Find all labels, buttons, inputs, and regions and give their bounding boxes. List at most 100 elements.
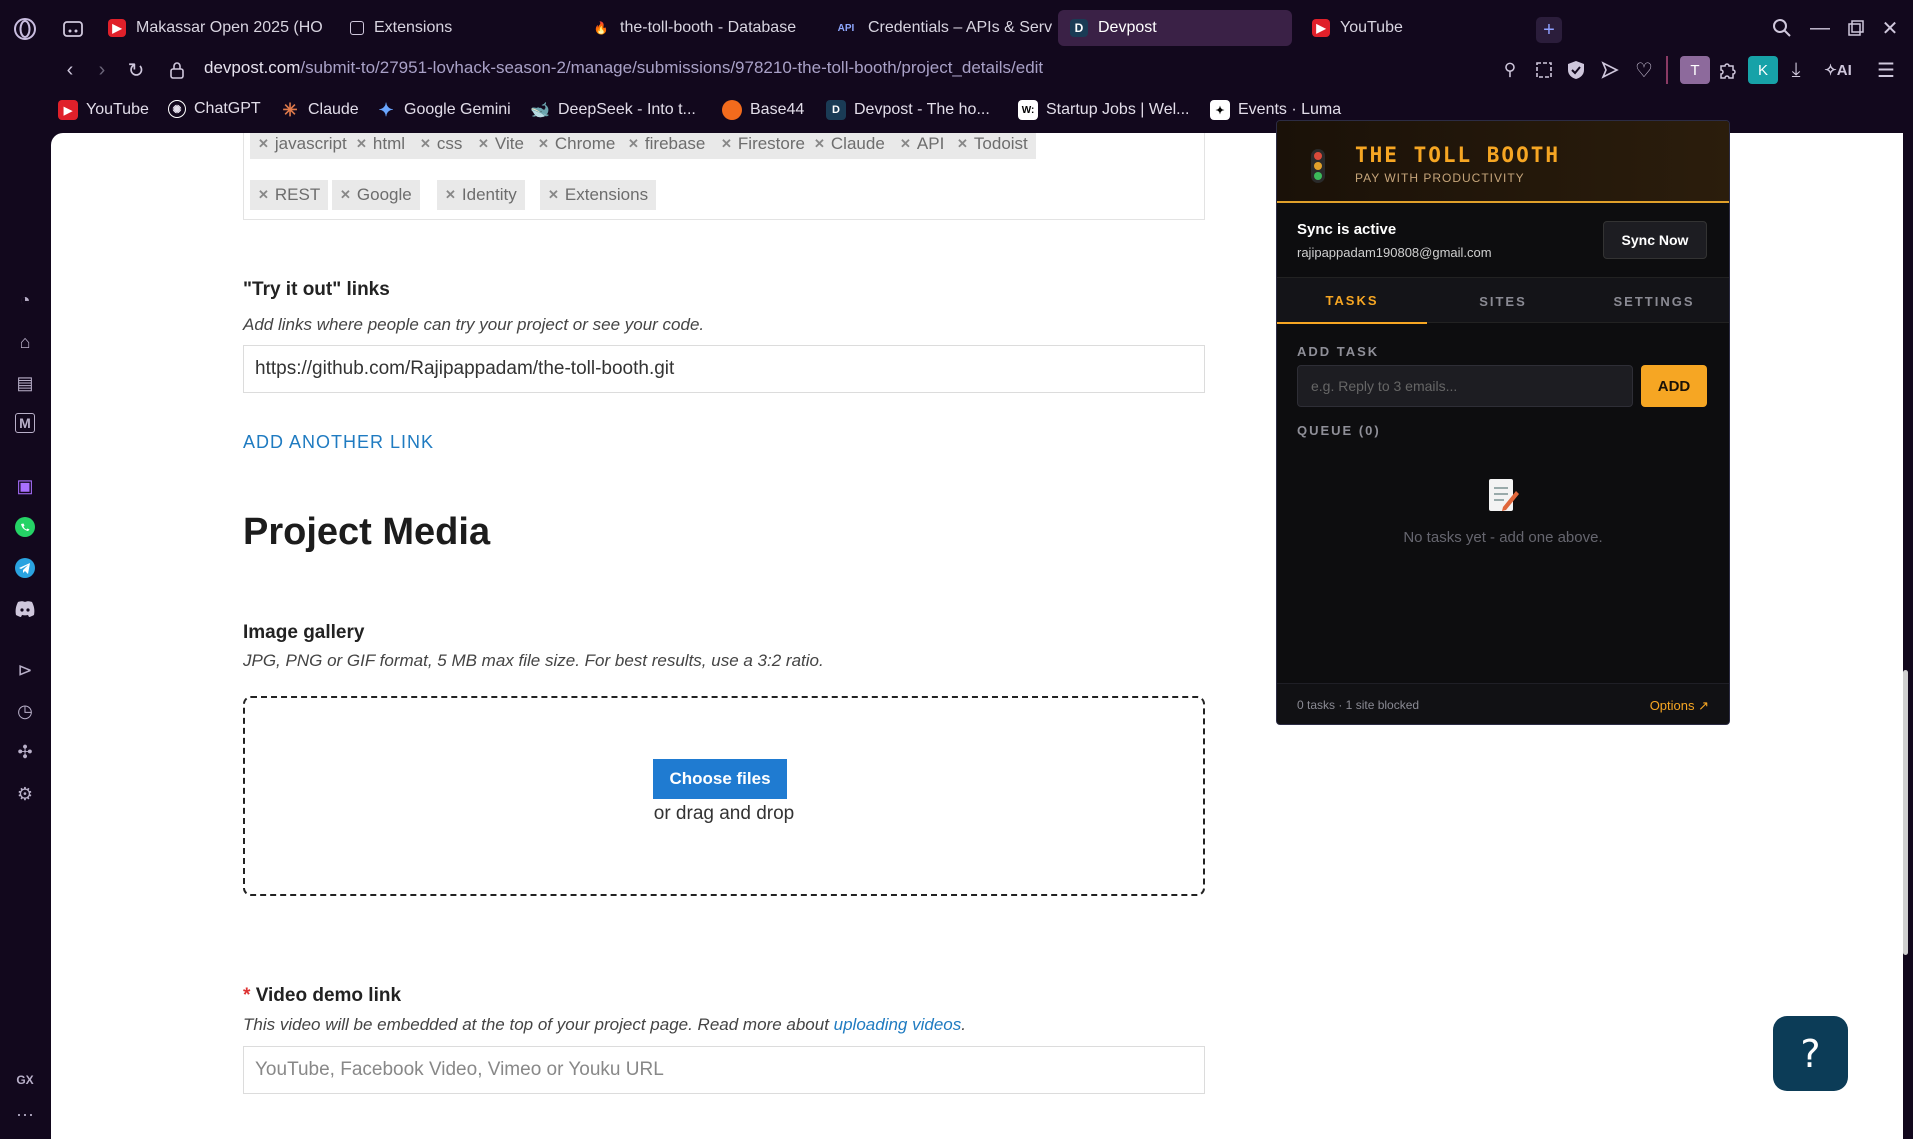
tag-chip[interactable]: ✕ html bbox=[348, 133, 414, 159]
bookmark-gemini[interactable]: ✦ Google Gemini bbox=[376, 100, 510, 120]
remove-tag-icon[interactable]: ✕ bbox=[340, 187, 351, 203]
ai-button[interactable]: ✧ AI bbox=[1818, 58, 1858, 82]
search-tabs-icon[interactable] bbox=[1770, 16, 1794, 40]
tag-chip[interactable]: ✕ REST bbox=[250, 180, 329, 210]
tab-credentials[interactable]: API Credentials – APIs & Servic bbox=[822, 10, 1052, 46]
sidebar-more-icon[interactable]: ··· bbox=[13, 1102, 37, 1126]
bookmark-luma[interactable]: ✦ Events · Luma bbox=[1210, 100, 1341, 120]
opera-logo-icon[interactable] bbox=[12, 16, 38, 42]
remove-tag-icon[interactable]: ✕ bbox=[258, 187, 269, 203]
bookmark-devpost[interactable]: D Devpost - The ho... bbox=[826, 100, 990, 120]
remove-tag-icon[interactable]: ✕ bbox=[548, 187, 559, 203]
tag-chip[interactable]: ✕ Firestore bbox=[713, 133, 813, 159]
remove-tag-icon[interactable]: ✕ bbox=[814, 136, 825, 152]
tab-devpost[interactable]: D Devpost bbox=[1058, 10, 1292, 46]
toll-booth-extension-button[interactable]: T bbox=[1680, 56, 1710, 84]
tab-settings[interactable]: SETTINGS bbox=[1579, 278, 1729, 324]
tag-chip[interactable]: ✕ Claude bbox=[806, 133, 893, 159]
tag-chip[interactable]: ✕ Chrome bbox=[530, 133, 624, 159]
sync-now-button[interactable]: Sync Now bbox=[1603, 221, 1707, 259]
send-icon[interactable] bbox=[1598, 58, 1622, 82]
sync-email: rajipappadam190808@gmail.com bbox=[1297, 245, 1492, 260]
sync-status: Sync is active bbox=[1297, 221, 1397, 238]
video-link-input[interactable]: YouTube, Facebook Video, Vimeo or Youku … bbox=[243, 1046, 1205, 1094]
tag-chip[interactable]: ✕ Todoist bbox=[949, 133, 1036, 159]
add-another-link-button[interactable]: ADD ANOTHER LINK bbox=[243, 432, 434, 453]
tag-chip[interactable]: ✕ Extensions bbox=[540, 180, 657, 210]
lock-icon[interactable] bbox=[166, 58, 188, 82]
uploading-videos-link[interactable]: uploading videos bbox=[834, 1015, 962, 1034]
history-icon[interactable]: ◷ bbox=[13, 699, 37, 723]
remove-tag-icon[interactable]: ✕ bbox=[538, 136, 549, 152]
tab-sites[interactable]: SITES bbox=[1428, 278, 1578, 324]
easy-setup-icon[interactable]: ☰ bbox=[1874, 58, 1898, 82]
bookmark-chatgpt[interactable]: ✺ ChatGPT bbox=[168, 100, 261, 118]
try-link-input[interactable]: https://github.com/Rajipappadam/the-toll… bbox=[243, 345, 1205, 393]
download-icon[interactable]: ⤓ bbox=[1784, 58, 1808, 82]
remove-tag-icon[interactable]: ✕ bbox=[900, 136, 911, 152]
tab-database[interactable]: 🔥 the-toll-booth - Database bbox=[580, 10, 810, 46]
workspace-icon[interactable] bbox=[62, 18, 84, 40]
options-link[interactable]: Options ↗ bbox=[1650, 698, 1709, 714]
page-scrollbar[interactable] bbox=[1903, 670, 1908, 955]
tab-makassar[interactable]: ▶ Makassar Open 2025 (HO bbox=[96, 10, 326, 46]
telegram-icon[interactable] bbox=[13, 556, 37, 580]
tag-chip[interactable]: ✕ firebase bbox=[620, 133, 714, 159]
image-dropzone[interactable]: Choose files or drag and drop bbox=[243, 696, 1205, 896]
shop-icon[interactable]: ⌂ bbox=[13, 330, 37, 354]
choose-files-button[interactable]: Choose files bbox=[653, 759, 787, 799]
remove-tag-icon[interactable]: ✕ bbox=[721, 136, 732, 152]
back-icon[interactable]: ‹ bbox=[58, 58, 82, 82]
forward-icon[interactable]: › bbox=[90, 58, 114, 82]
twitch-icon[interactable]: ▣ bbox=[13, 474, 37, 498]
gmail-icon[interactable]: M bbox=[15, 413, 35, 433]
tab-tasks[interactable]: TASKS bbox=[1277, 278, 1427, 324]
news-icon[interactable]: ▤ bbox=[13, 371, 37, 395]
player-icon[interactable]: ⊳ bbox=[13, 658, 37, 682]
discord-icon[interactable] bbox=[13, 597, 37, 621]
new-tab-button[interactable]: + bbox=[1536, 17, 1562, 43]
tab-extensions[interactable]: Extensions bbox=[338, 10, 568, 46]
bookmark-base44[interactable]: Base44 bbox=[722, 100, 804, 120]
puzzle-icon[interactable] bbox=[1716, 58, 1740, 82]
close-window-button[interactable]: ✕ bbox=[1878, 16, 1902, 40]
maximize-button[interactable] bbox=[1844, 16, 1868, 40]
gx-corner-label[interactable]: GX bbox=[13, 1068, 37, 1092]
tag-chip[interactable]: ✕ css bbox=[412, 133, 471, 159]
url-field[interactable]: devpost.com/submit-to/27951-lovhack-seas… bbox=[204, 58, 1043, 78]
extensions-icon[interactable]: ✣ bbox=[13, 740, 37, 764]
bookmark-startup-jobs[interactable]: W: Startup Jobs | Wel... bbox=[1018, 100, 1189, 120]
remove-tag-icon[interactable]: ✕ bbox=[420, 136, 431, 152]
speed-dial-icon[interactable]: ◔ bbox=[13, 288, 37, 312]
built-with-tags-field[interactable]: ✕ javascript ✕ html ✕ css ✕ Vite ✕ Chrome ✕ fi… bbox=[243, 133, 1205, 220]
whatsapp-icon[interactable] bbox=[13, 515, 37, 539]
profile-k-button[interactable]: K bbox=[1748, 56, 1778, 84]
snapshot-icon[interactable] bbox=[1532, 58, 1556, 82]
minimize-button[interactable]: — bbox=[1808, 16, 1832, 40]
task-input[interactable]: e.g. Reply to 3 emails... bbox=[1297, 365, 1633, 407]
tag-chip[interactable]: ✕ Identity bbox=[437, 180, 525, 210]
pin-icon[interactable]: ⚲ bbox=[1498, 58, 1522, 82]
reload-icon[interactable]: ↻ bbox=[124, 58, 148, 82]
bookmark-claude[interactable]: ✳ Claude bbox=[280, 100, 358, 120]
remove-tag-icon[interactable]: ✕ bbox=[258, 136, 269, 152]
settings-gear-icon[interactable]: ⚙ bbox=[13, 782, 37, 806]
heart-icon[interactable]: ♡ bbox=[1632, 58, 1656, 82]
remove-tag-icon[interactable]: ✕ bbox=[628, 136, 639, 152]
shield-icon[interactable] bbox=[1564, 58, 1588, 82]
tag-chip[interactable]: ✕ Vite bbox=[470, 133, 532, 159]
tag-chip[interactable]: ✕ API bbox=[892, 133, 953, 159]
toolbar-divider bbox=[1666, 56, 1668, 84]
help-chat-button[interactable]: ? bbox=[1773, 1016, 1848, 1091]
remove-tag-icon[interactable]: ✕ bbox=[957, 136, 968, 152]
bookmark-deepseek[interactable]: 🐋 DeepSeek - Into t... bbox=[530, 100, 696, 120]
remove-tag-icon[interactable]: ✕ bbox=[478, 136, 489, 152]
remove-tag-icon[interactable]: ✕ bbox=[356, 136, 367, 152]
required-mark: * bbox=[243, 985, 251, 1006]
bookmark-youtube[interactable]: ▶ YouTube bbox=[58, 100, 149, 120]
remove-tag-icon[interactable]: ✕ bbox=[445, 187, 456, 203]
tab-youtube[interactable]: ▶ YouTube bbox=[1300, 10, 1530, 46]
tag-chip[interactable]: ✕ javascript bbox=[250, 133, 355, 159]
add-task-button[interactable]: ADD bbox=[1641, 365, 1707, 407]
tag-chip[interactable]: ✕ Google bbox=[332, 180, 420, 210]
